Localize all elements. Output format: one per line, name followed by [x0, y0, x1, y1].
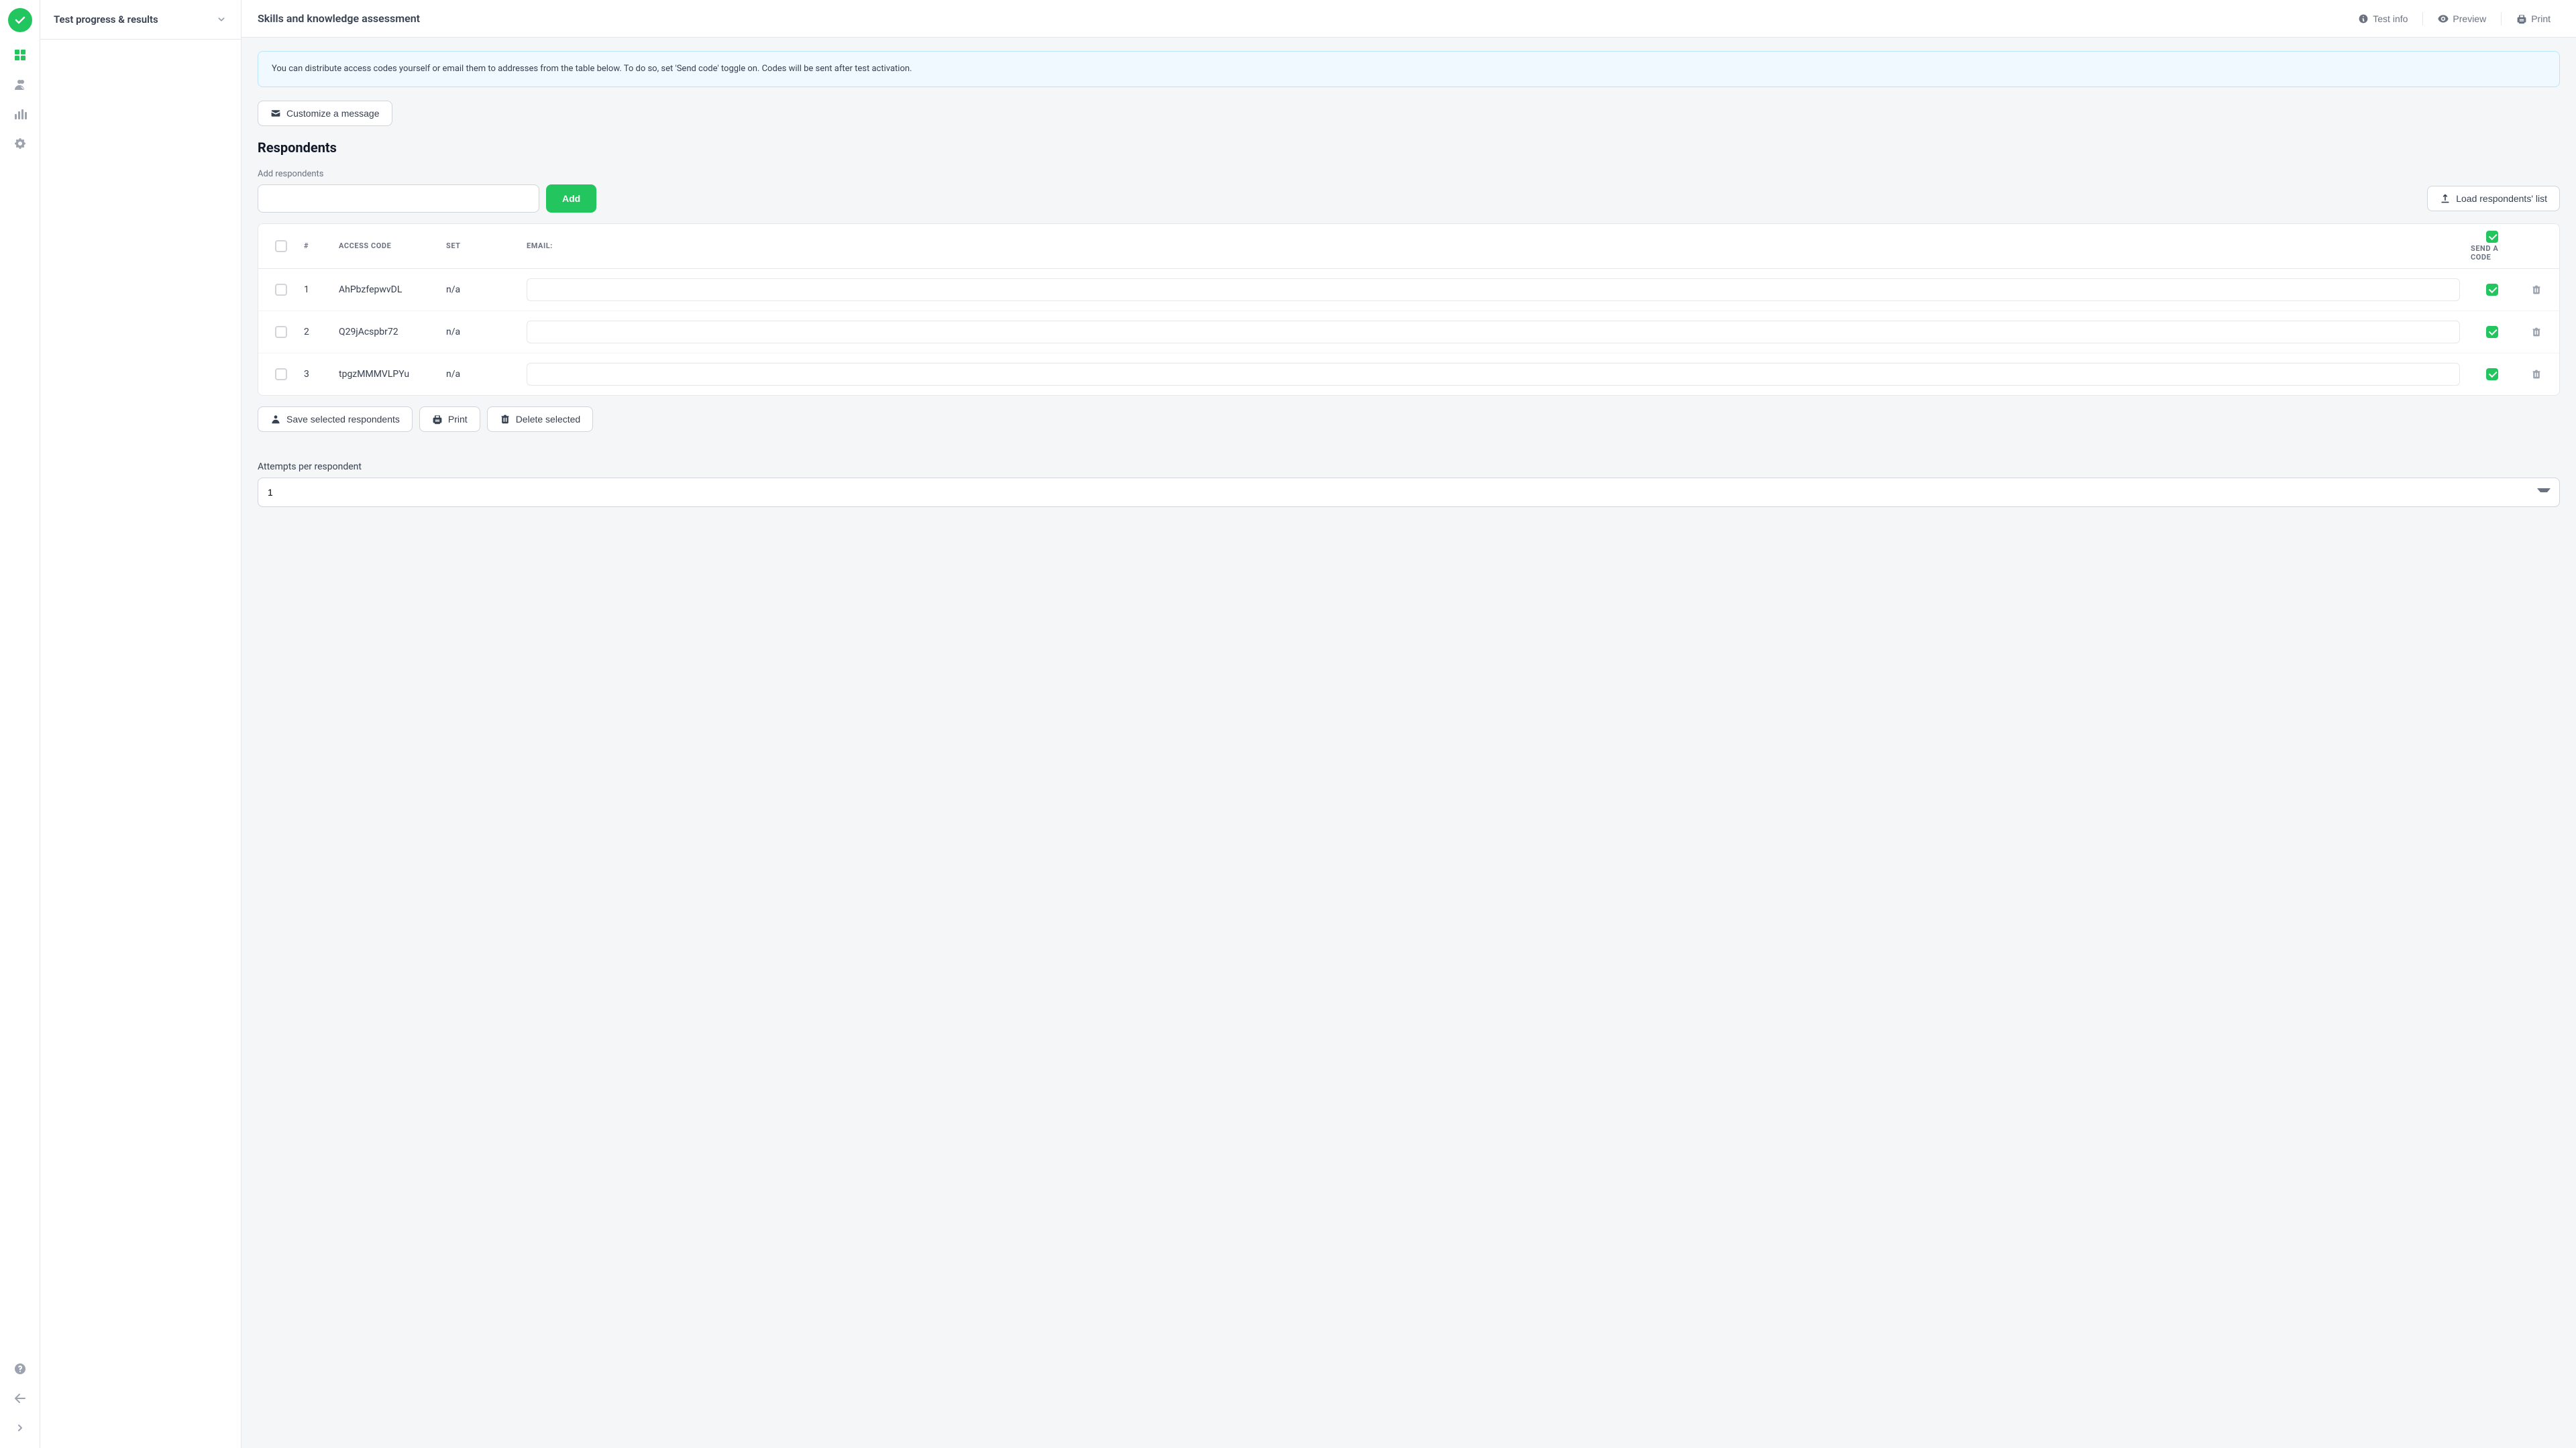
- main-content: Skills and knowledge assessment Test inf…: [241, 0, 2576, 1448]
- row-3-send-code[interactable]: [2465, 359, 2519, 390]
- test-info-button[interactable]: Test info: [2349, 8, 2417, 30]
- preview-icon: [2438, 13, 2449, 24]
- row-1-delete-icon[interactable]: [2527, 280, 2546, 299]
- page-title: Skills and knowledge assessment: [258, 12, 420, 25]
- th-set: SET: [441, 235, 521, 257]
- respondents-table: # ACCESS CODE SET EMAIL: SEND A CODE: [258, 223, 2560, 396]
- attempts-label: Attempts per respondent: [258, 461, 2560, 472]
- row-3-number: 3: [299, 359, 333, 389]
- nav-icon-help[interactable]: [8, 1357, 32, 1381]
- attempts-select[interactable]: 1 2 3 4 5 Unlimited: [258, 478, 2560, 507]
- save-selected-button[interactable]: Save selected respondents: [258, 406, 413, 432]
- nav-icon-grid[interactable]: [8, 43, 32, 67]
- row-3-email-input[interactable]: [527, 363, 2460, 386]
- info-icon: [2358, 13, 2369, 24]
- logo-icon[interactable]: [8, 8, 32, 32]
- row-2-send-code[interactable]: [2465, 317, 2519, 347]
- delete-selected-button[interactable]: Delete selected: [487, 406, 594, 432]
- row-1-email-input[interactable]: [527, 278, 2460, 301]
- row-1-access-code: AhPbzfepwvDL: [333, 275, 441, 304]
- customize-section: Customize a message: [241, 87, 2576, 140]
- left-panel: Test progress & results: [40, 0, 241, 1448]
- row-2-send-code-checkbox[interactable]: [2486, 326, 2498, 338]
- page-body: You can distribute access codes yourself…: [241, 38, 2576, 1448]
- nav-icon-back[interactable]: [8, 1386, 32, 1410]
- left-panel-header[interactable]: Test progress & results: [40, 0, 241, 40]
- th-access-code: ACCESS CODE: [333, 235, 441, 257]
- row-1-send-code[interactable]: [2465, 274, 2519, 305]
- left-panel-title: Test progress & results: [54, 13, 158, 25]
- row-2-email-cell: [521, 311, 2465, 353]
- row-3-checkbox-cell[interactable]: [264, 359, 299, 390]
- print-button[interactable]: Print: [2507, 8, 2560, 30]
- attempts-select-wrapper: 1 2 3 4 5 Unlimited: [258, 478, 2560, 507]
- customize-message-button[interactable]: Customize a message: [258, 101, 392, 126]
- row-3-delete-icon[interactable]: [2527, 365, 2546, 384]
- th-actions: [2519, 239, 2554, 253]
- save-icon: [270, 414, 281, 425]
- table-header: # ACCESS CODE SET EMAIL: SEND A CODE: [258, 224, 2559, 269]
- load-icon: [2440, 193, 2451, 204]
- respondents-title: Respondents: [258, 140, 2560, 156]
- row-2-access-code: Q29jAcspbr72: [333, 317, 441, 347]
- print-icon: [2516, 13, 2527, 24]
- row-3-checkbox[interactable]: [275, 368, 287, 380]
- table-row: 3 tpgzMMMVLPYu n/a: [258, 353, 2559, 395]
- table-row: 2 Q29jAcspbr72 n/a: [258, 311, 2559, 353]
- add-respondents-input[interactable]: [258, 184, 539, 213]
- select-all-checkbox[interactable]: [275, 240, 287, 252]
- info-banner: You can distribute access codes yourself…: [258, 51, 2560, 87]
- row-3-delete[interactable]: [2519, 355, 2554, 393]
- th-number: #: [299, 235, 333, 257]
- th-email: EMAIL:: [521, 235, 2465, 257]
- row-2-set: n/a: [441, 317, 521, 347]
- chevron-down-icon: [215, 13, 227, 25]
- row-1-send-code-checkbox[interactable]: [2486, 284, 2498, 296]
- nav-icon-settings[interactable]: [8, 131, 32, 156]
- row-3-access-code: tpgzMMMVLPYu: [333, 359, 441, 389]
- row-2-delete[interactable]: [2519, 313, 2554, 351]
- row-2-checkbox[interactable]: [275, 326, 287, 338]
- info-banner-text: You can distribute access codes yourself…: [272, 64, 912, 74]
- nav-icon-analytics[interactable]: [8, 102, 32, 126]
- print-icon: [432, 414, 443, 425]
- row-3-send-code-checkbox[interactable]: [2486, 368, 2498, 380]
- action-row: Save selected respondents Print Delete s…: [258, 406, 2560, 432]
- row-2-delete-icon[interactable]: [2527, 323, 2546, 341]
- row-2-number: 2: [299, 317, 333, 347]
- row-3-set: n/a: [441, 359, 521, 389]
- preview-button[interactable]: Preview: [2428, 8, 2496, 30]
- row-3-email-cell: [521, 353, 2465, 395]
- send-code-all-checkbox[interactable]: [2486, 231, 2498, 243]
- print-selected-button[interactable]: Print: [419, 406, 480, 432]
- th-select-all[interactable]: [264, 233, 299, 259]
- row-1-delete[interactable]: [2519, 271, 2554, 309]
- nav-icon-expand[interactable]: [8, 1416, 32, 1440]
- divider: [2422, 12, 2423, 25]
- message-icon: [270, 108, 281, 119]
- row-1-number: 1: [299, 275, 333, 304]
- row-1-checkbox[interactable]: [275, 284, 287, 296]
- row-2-checkbox-cell[interactable]: [264, 317, 299, 347]
- attempts-section: Attempts per respondent 1 2 3 4 5 Unlimi…: [241, 461, 2576, 523]
- respondents-section: Respondents Add respondents Add Load res…: [241, 140, 2576, 461]
- table-row: 1 AhPbzfepwvDL n/a: [258, 269, 2559, 311]
- row-2-email-input[interactable]: [527, 321, 2460, 343]
- row-1-checkbox-cell[interactable]: [264, 274, 299, 305]
- icon-sidebar: [0, 0, 40, 1448]
- divider: [2501, 12, 2502, 25]
- nav-icon-users[interactable]: [8, 72, 32, 97]
- th-send-code: SEND A CODE: [2465, 224, 2519, 268]
- top-bar-actions: Test info Preview Print: [2349, 8, 2560, 30]
- load-respondents-button[interactable]: Load respondents' list: [2427, 186, 2560, 211]
- row-1-email-cell: [521, 269, 2465, 311]
- top-bar: Skills and knowledge assessment Test inf…: [241, 0, 2576, 38]
- delete-icon: [500, 414, 511, 425]
- add-row: Add Load respondents' list: [258, 184, 2560, 213]
- row-1-set: n/a: [441, 275, 521, 304]
- add-label: Add respondents: [258, 169, 2560, 179]
- add-button[interactable]: Add: [546, 184, 596, 213]
